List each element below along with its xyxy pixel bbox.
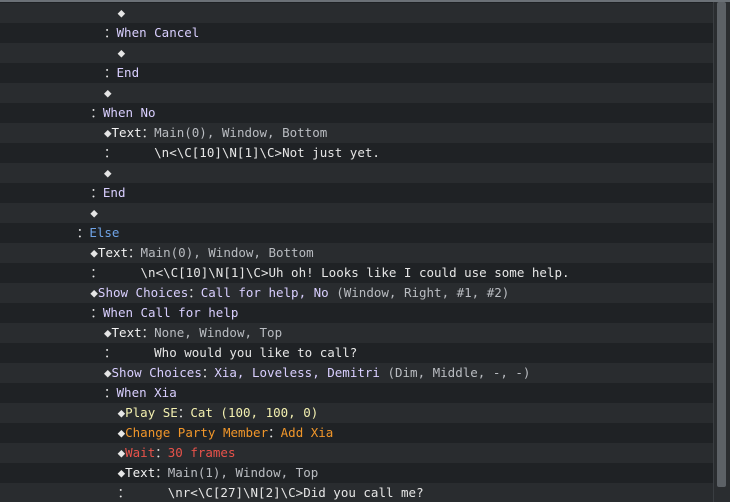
event-command-list[interactable]: ◆ ：When Cancel ◆ ：End ◆ ：When No ◆Text：Main(0)… bbox=[0, 0, 730, 502]
command-row[interactable]: ◆Text：None, Window, Top bbox=[0, 323, 714, 343]
separator: ： bbox=[188, 285, 201, 300]
command-text: \nr<\C[27]\N[2]\C>Did you call me? bbox=[167, 485, 424, 500]
separator: ： bbox=[128, 245, 141, 260]
separator: ： bbox=[104, 345, 155, 360]
command-text: (Window, Right, #1, #2) bbox=[328, 285, 510, 300]
command-row[interactable]: ◆Wait：30 frames bbox=[0, 443, 714, 463]
command-text: Play SE bbox=[125, 405, 178, 420]
command-row[interactable]: ◆ bbox=[0, 163, 714, 183]
command-text: Change Party Member bbox=[125, 425, 269, 440]
separator: ： bbox=[90, 305, 103, 320]
command-row[interactable]: ： \nr<\C[27]\N[2]\C>Did you call me? bbox=[0, 483, 714, 502]
command-text: Who would you like to call? bbox=[154, 345, 358, 360]
command-row[interactable]: ：When No bbox=[0, 103, 714, 123]
command-row[interactable]: ◆Play SE：Cat (100, 100, 0) bbox=[0, 403, 714, 423]
command-diamond-icon: ◆ bbox=[90, 245, 98, 260]
command-row[interactable]: ◆ bbox=[0, 3, 714, 23]
separator: ： bbox=[155, 465, 168, 480]
separator: ： bbox=[155, 445, 168, 460]
command-diamond-icon: ◆ bbox=[117, 465, 126, 480]
separator: ： bbox=[104, 25, 117, 40]
command-text: Else bbox=[89, 225, 120, 240]
command-diamond-icon: ◆ bbox=[104, 85, 112, 100]
command-row[interactable]: ：When Call for help bbox=[0, 303, 714, 323]
command-diamond-icon: ◆ bbox=[117, 45, 126, 60]
command-row[interactable]: ：When Xia bbox=[0, 383, 714, 403]
separator: ： bbox=[268, 425, 281, 440]
command-row[interactable]: ： Who would you like to call? bbox=[0, 343, 714, 363]
command-diamond-icon: ◆ bbox=[104, 165, 112, 180]
command-row[interactable]: ◆Text：Main(1), Window, Top bbox=[0, 463, 714, 483]
command-diamond-icon: ◆ bbox=[90, 205, 98, 220]
command-text: Xia, Loveless, Demitri bbox=[214, 365, 380, 380]
command-text: Text bbox=[111, 325, 142, 340]
command-diamond-icon: ◆ bbox=[90, 285, 98, 300]
command-diamond-icon: ◆ bbox=[104, 125, 112, 140]
command-row[interactable]: ： \n<\C[10]\N[1]\C>Not just yet. bbox=[0, 143, 714, 163]
command-text: When Cancel bbox=[116, 25, 200, 40]
command-row[interactable]: ◆ bbox=[0, 43, 714, 63]
command-text: When Call for help bbox=[102, 305, 239, 320]
separator: ： bbox=[104, 385, 117, 400]
command-row[interactable]: ◆Show Choices：Xia, Loveless, Demitri (Di… bbox=[0, 363, 714, 383]
command-text: (Dim, Middle, -, -) bbox=[379, 365, 531, 380]
command-text: Show Choices bbox=[97, 285, 189, 300]
command-text: End bbox=[116, 65, 140, 80]
vertical-scrollbar[interactable] bbox=[713, 2, 730, 502]
command-text: Show Choices bbox=[111, 365, 202, 380]
command-text: Main(0), Window, Bottom bbox=[140, 245, 314, 260]
command-text: Main(0), Window, Bottom bbox=[154, 125, 328, 140]
command-row[interactable]: ：When Cancel bbox=[0, 23, 714, 43]
command-text: Cat (100, 100, 0) bbox=[190, 405, 319, 420]
command-text: Text bbox=[111, 125, 142, 140]
command-text: Main(1), Window, Top bbox=[167, 465, 319, 480]
command-diamond-icon: ◆ bbox=[117, 445, 126, 460]
command-text: Text bbox=[97, 245, 129, 260]
command-row[interactable]: ：End bbox=[0, 183, 714, 203]
separator: ： bbox=[90, 185, 103, 200]
separator: ： bbox=[90, 105, 103, 120]
separator: ： bbox=[104, 65, 117, 80]
separator: ： bbox=[177, 405, 191, 420]
scrollbar-thumb[interactable] bbox=[717, 2, 726, 487]
command-text: Add Xia bbox=[280, 425, 334, 440]
command-diamond-icon: ◆ bbox=[117, 425, 126, 440]
command-diamond-icon: ◆ bbox=[104, 365, 112, 380]
command-diamond-icon: ◆ bbox=[104, 325, 112, 340]
command-row[interactable]: ◆Text：Main(0), Window, Bottom bbox=[0, 123, 714, 143]
command-row[interactable]: ：Else bbox=[0, 223, 714, 243]
command-diamond-icon: ◆ bbox=[117, 405, 126, 420]
command-row[interactable]: ：End bbox=[0, 63, 714, 83]
separator: ： bbox=[117, 485, 168, 500]
command-text: End bbox=[102, 185, 126, 200]
command-text: None, Window, Top bbox=[154, 325, 283, 340]
command-text: When No bbox=[102, 105, 156, 120]
separator: ： bbox=[141, 125, 155, 140]
command-row[interactable]: ◆ bbox=[0, 203, 714, 223]
command-row[interactable]: ◆Text：Main(0), Window, Bottom bbox=[0, 243, 714, 263]
command-row[interactable]: ： \n<\C[10]\N[1]\C>Uh oh! Looks like I c… bbox=[0, 263, 714, 283]
separator: ： bbox=[76, 225, 90, 240]
command-text: When Xia bbox=[116, 385, 177, 400]
command-text: Call for help, No bbox=[200, 285, 329, 300]
command-row[interactable]: ◆Change Party Member：Add Xia bbox=[0, 423, 714, 443]
separator: ： bbox=[141, 325, 155, 340]
separator: ： bbox=[90, 265, 141, 280]
separator: ： bbox=[104, 145, 155, 160]
separator: ： bbox=[201, 365, 215, 380]
command-row[interactable]: ◆ bbox=[0, 83, 714, 103]
command-text: 30 frames bbox=[167, 445, 236, 460]
command-text: Wait bbox=[125, 445, 156, 460]
command-row[interactable]: ◆Show Choices：Call for help, No (Window,… bbox=[0, 283, 714, 303]
command-diamond-icon: ◆ bbox=[117, 5, 126, 20]
command-text: \n<\C[10]\N[1]\C>Uh oh! Looks like I cou… bbox=[140, 265, 570, 280]
command-text: Text bbox=[125, 465, 156, 480]
command-text: \n<\C[10]\N[1]\C>Not just yet. bbox=[154, 145, 380, 160]
